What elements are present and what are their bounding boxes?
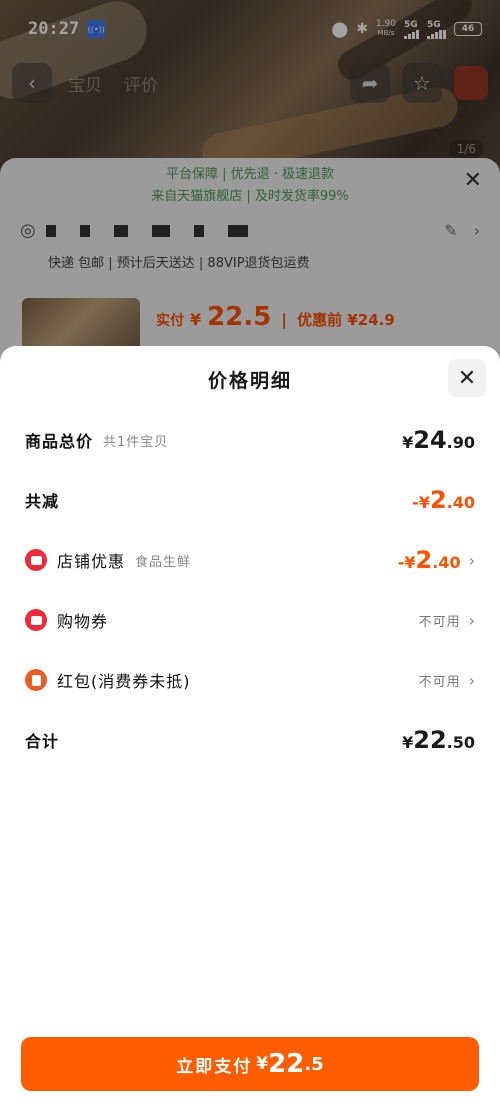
currency-symbol: ¥: [402, 733, 414, 752]
row-label: 商品总价: [25, 432, 94, 451]
row-label: 共减: [25, 492, 60, 511]
store-discount-row[interactable]: 店铺优惠 食品生鲜 -¥ 2 .40 ›: [25, 545, 475, 575]
coupon-row[interactable]: 购物券 不可用 ›: [25, 605, 475, 635]
amount-integer: 2: [415, 546, 433, 574]
amount-integer: 22: [268, 1049, 305, 1079]
amount-integer: 2: [429, 486, 447, 514]
subtotal-row: 商品总价 共1件宝贝 ¥ 24 .90: [25, 425, 475, 455]
total-discount-value: -¥ 2 .40: [412, 486, 475, 514]
subtotal-value: ¥ 24 .90: [402, 426, 475, 454]
pay-button-label: 立即支付: [176, 1056, 253, 1077]
pay-now-button[interactable]: 立即支付 ¥ 22 .5: [21, 1037, 479, 1091]
row-label: 店铺优惠: [57, 552, 126, 571]
coupon-icon: [25, 609, 47, 631]
amount-decimal: .40: [446, 493, 475, 512]
red-packet-status: 不可用: [418, 674, 461, 690]
row-sublabel: 食品生鲜: [135, 554, 192, 570]
total-value: ¥ 22 .50: [402, 726, 475, 754]
close-button[interactable]: ✕: [448, 359, 486, 397]
price-detail-sheet: 价格明细 ✕ 商品总价 共1件宝贝 ¥ 24 .90 共减 -¥ 2 .40 店…: [0, 346, 500, 1111]
close-icon: ✕: [457, 365, 477, 391]
amount-decimal: .5: [304, 1053, 324, 1075]
amount-integer: 22: [413, 726, 447, 754]
currency-symbol: ¥: [402, 433, 414, 452]
currency-symbol: -¥: [412, 493, 430, 512]
store-icon: [25, 549, 47, 571]
amount-integer: 24: [413, 426, 447, 454]
total-discount-row: 共减 -¥ 2 .40: [25, 485, 475, 515]
total-row: 合计 ¥ 22 .50: [25, 725, 475, 755]
row-label: 合计: [25, 732, 60, 751]
row-sublabel: 共1件宝贝: [103, 434, 169, 450]
amount-decimal: .90: [446, 433, 475, 452]
row-label: 购物券: [57, 612, 109, 631]
red-packet-row[interactable]: 红包(消费券未抵) 不可用 ›: [25, 665, 475, 695]
chevron-right-icon: ›: [468, 610, 475, 630]
red-packet-icon: [25, 669, 47, 691]
chevron-right-icon: ›: [468, 550, 475, 570]
amount-decimal: .50: [446, 733, 475, 752]
store-discount-value: -¥ 2 .40: [398, 546, 461, 574]
currency-symbol: ¥: [256, 1054, 269, 1074]
chevron-right-icon: ›: [468, 670, 475, 690]
amount-decimal: .40: [432, 553, 461, 572]
currency-symbol: -¥: [397, 553, 416, 572]
coupon-status: 不可用: [418, 614, 461, 630]
sheet-title: 价格明细: [207, 370, 292, 392]
row-label: 红包(消费券未抵): [57, 672, 191, 691]
